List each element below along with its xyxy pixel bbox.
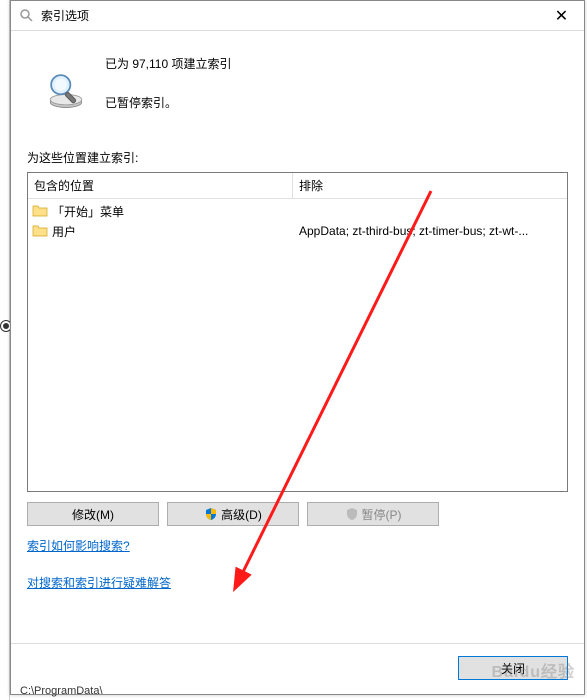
close-button[interactable]: 关闭 [458, 656, 568, 680]
column-included[interactable]: 包含的位置 [28, 173, 293, 198]
listbox-header: 包含的位置 排除 [28, 173, 567, 199]
indexed-count-text: 已为 97,110 项建立索引 [105, 55, 231, 72]
titlebar: 索引选项 ✕ [11, 1, 584, 31]
pause-button: 暂停(P) [307, 502, 439, 526]
link-troubleshoot[interactable]: 对搜索和索引进行疑难解答 [27, 574, 568, 591]
status-bar-text: C:\ProgramData\ [10, 682, 103, 700]
folder-icon [32, 204, 48, 218]
info-block: 已为 97,110 项建立索引 已暂停索引。 [27, 51, 568, 111]
window-title: 索引选项 [41, 7, 539, 24]
dialog-content: 已为 97,110 项建立索引 已暂停索引。 为这些位置建立索引: 包含的位置 … [11, 31, 584, 631]
shield-icon [345, 507, 359, 521]
magnifier-drive-icon [45, 69, 87, 111]
column-excluded[interactable]: 排除 [293, 173, 567, 198]
close-window-button[interactable]: ✕ [539, 1, 584, 31]
shield-icon [204, 507, 218, 521]
app-icon [19, 8, 35, 24]
list-item[interactable]: 「开始」菜单 [28, 201, 293, 221]
button-row: 修改(M) 高级(D) 暂停(P) [27, 502, 568, 526]
locations-label: 为这些位置建立索引: [27, 149, 568, 166]
excluded-text: AppData; zt-third-bus; zt-timer-bus; zt-… [299, 221, 561, 241]
paused-status-text: 已暂停索引。 [105, 94, 231, 111]
list-item-label: 「开始」菜单 [52, 203, 124, 220]
folder-icon [32, 224, 48, 238]
link-how-affect-search[interactable]: 索引如何影响搜索? [27, 537, 568, 554]
advanced-button[interactable]: 高级(D) [167, 502, 299, 526]
list-item-label: 用户 [52, 223, 76, 240]
indexing-options-dialog: 索引选项 ✕ 已为 97,110 项建立索引 已暂停索引。 为这些位置建立索引: [10, 0, 585, 695]
locations-listbox[interactable]: 包含的位置 排除 「开始」菜单 [27, 172, 568, 492]
list-item[interactable]: 用户 [28, 221, 293, 241]
modify-button[interactable]: 修改(M) [27, 502, 159, 526]
